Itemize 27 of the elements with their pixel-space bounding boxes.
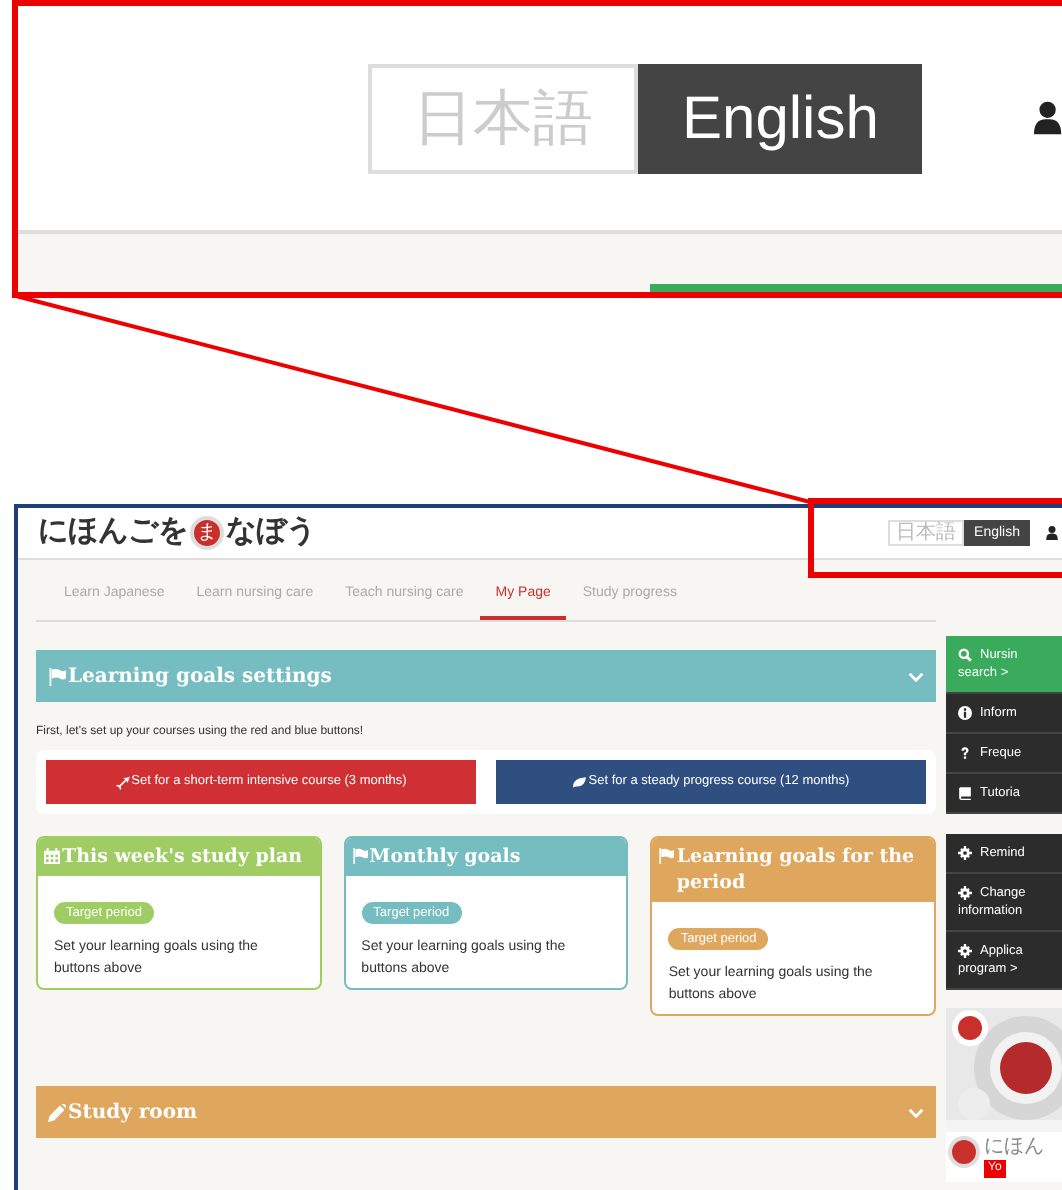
card-title: Learning goals for the period — [676, 844, 917, 896]
language-option[interactable]: English — [638, 63, 923, 173]
pencil-icon — [48, 1103, 66, 1121]
flag-icon — [48, 667, 66, 685]
logo-text: なぼう — [226, 512, 316, 553]
section-title: Study room — [68, 1099, 198, 1127]
channel-avatar — [948, 1136, 980, 1168]
flag-icon — [351, 848, 368, 864]
card-title: Monthly goals — [369, 844, 521, 870]
section-title: Learning goals settings — [68, 663, 332, 691]
flag-icon — [658, 848, 675, 864]
chevron-down-icon — [908, 1107, 924, 1117]
gear-icon — [958, 944, 972, 958]
chevron-down-icon — [908, 671, 924, 681]
info-icon — [958, 706, 972, 720]
gear-icon — [958, 846, 972, 860]
calendar-icon — [44, 848, 60, 864]
logo-text: にほんごを — [38, 512, 188, 553]
gear-icon — [958, 886, 972, 900]
user-icon[interactable] — [1046, 526, 1058, 540]
card-title: This week's study plan — [62, 844, 303, 870]
question-icon — [958, 746, 972, 760]
search-icon — [958, 648, 972, 662]
channel-name: にほん — [984, 1136, 1044, 1158]
book-icon — [958, 786, 972, 800]
leaf-icon — [572, 775, 587, 789]
logo-mark: ま — [190, 516, 224, 550]
